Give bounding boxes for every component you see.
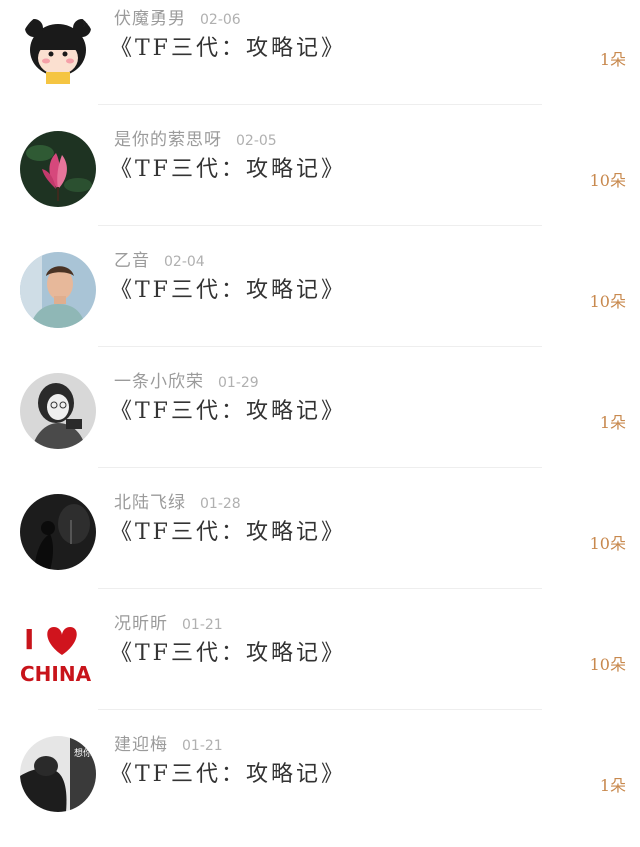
dark-silhouette-icon <box>20 494 96 570</box>
book-title[interactable]: 《TF三代：攻略记》 <box>110 151 346 183</box>
comment-date: 01-29 <box>218 375 259 391</box>
username-text[interactable]: 建迎梅 <box>114 735 168 755</box>
avatar[interactable] <box>20 131 96 207</box>
divider <box>98 104 542 105</box>
comment-list: 好 帅 伏魔勇男 02-06 《TF三代：攻略记》 1朵 是你的萦思呀 02-05 <box>0 0 640 825</box>
username-text[interactable]: 一条小欣荣 <box>114 372 204 392</box>
comment-date: 02-06 <box>200 12 241 28</box>
divider <box>98 225 542 226</box>
cartoon-girl-icon: 好 帅 <box>20 10 96 86</box>
flower-count: 10朵 <box>589 655 626 674</box>
avatar[interactable]: 好 帅 <box>20 10 96 86</box>
book-title[interactable]: 《TF三代：攻略记》 <box>110 30 346 62</box>
username-text[interactable]: 伏魔勇男 <box>114 9 186 29</box>
username[interactable]: 乙音 02-04 <box>114 246 205 271</box>
comment-date: 01-21 <box>182 617 223 633</box>
divider <box>98 588 542 589</box>
avatar[interactable] <box>20 252 96 328</box>
young-man-icon <box>20 252 96 328</box>
book-title[interactable]: 《TF三代：攻略记》 <box>110 272 346 304</box>
list-item[interactable]: I CHINA 况昕昕 01-21 《TF三代：攻略记》 10朵 <box>0 605 640 726</box>
list-item[interactable]: 想你的夜 建迎梅 01-21 《TF三代：攻略记》 1朵 <box>0 726 640 847</box>
username[interactable]: 一条小欣荣 01-29 <box>114 367 259 392</box>
avatar-caption: 想你的夜 <box>74 747 96 759</box>
avatar[interactable] <box>20 373 96 449</box>
i-love-china-icon: I CHINA <box>20 615 96 691</box>
list-item[interactable]: 北陆飞绿 01-28 《TF三代：攻略记》 10朵 <box>0 484 640 605</box>
svg-text:帅: 帅 <box>82 16 93 29</box>
flower-count: 1朵 <box>599 50 626 69</box>
comment-date: 02-05 <box>236 133 277 149</box>
username[interactable]: 建迎梅 01-21 <box>114 730 223 755</box>
divider <box>98 467 542 468</box>
divider <box>98 709 542 710</box>
list-item[interactable]: 一条小欣荣 01-29 《TF三代：攻略记》 1朵 <box>0 363 640 484</box>
username-text[interactable]: 况昕昕 <box>114 614 168 634</box>
flower-count: 10朵 <box>589 292 626 311</box>
divider <box>98 346 542 347</box>
username[interactable]: 况昕昕 01-21 <box>114 609 223 634</box>
list-item[interactable]: 好 帅 伏魔勇男 02-06 《TF三代：攻略记》 1朵 <box>0 0 640 121</box>
comment-date: 01-28 <box>200 496 241 512</box>
avatar[interactable]: I CHINA <box>20 615 96 691</box>
svg-text:好: 好 <box>22 15 33 29</box>
book-title[interactable]: 《TF三代：攻略记》 <box>110 756 346 788</box>
list-item[interactable]: 是你的萦思呀 02-05 《TF三代：攻略记》 10朵 <box>0 121 640 242</box>
avatar[interactable]: 想你的夜 <box>20 736 96 812</box>
svg-text:CHINA: CHINA <box>20 662 92 686</box>
bw-portrait-icon: 想你的夜 <box>20 736 96 812</box>
book-title[interactable]: 《TF三代：攻略记》 <box>110 635 346 667</box>
flower-count: 10朵 <box>589 534 626 553</box>
username-text[interactable]: 北陆飞绿 <box>114 493 186 513</box>
flower-count: 10朵 <box>589 171 626 190</box>
username-text[interactable]: 乙音 <box>114 251 150 271</box>
username[interactable]: 伏魔勇男 02-06 <box>114 4 241 29</box>
username-text[interactable]: 是你的萦思呀 <box>114 130 222 150</box>
username[interactable]: 北陆飞绿 01-28 <box>114 488 241 513</box>
flower-count: 1朵 <box>599 413 626 432</box>
book-title[interactable]: 《TF三代：攻略记》 <box>110 514 346 546</box>
username[interactable]: 是你的萦思呀 02-05 <box>114 125 277 150</box>
list-item[interactable]: 乙音 02-04 《TF三代：攻略记》 10朵 <box>0 242 640 363</box>
comment-date: 01-21 <box>182 738 223 754</box>
comment-date: 02-04 <box>164 254 205 270</box>
magnolia-flower-icon <box>20 131 96 207</box>
book-title[interactable]: 《TF三代：攻略记》 <box>110 393 346 425</box>
flower-count: 1朵 <box>599 776 626 795</box>
girl-bw-icon <box>20 373 96 449</box>
svg-text:I: I <box>24 623 34 656</box>
avatar[interactable] <box>20 494 96 570</box>
